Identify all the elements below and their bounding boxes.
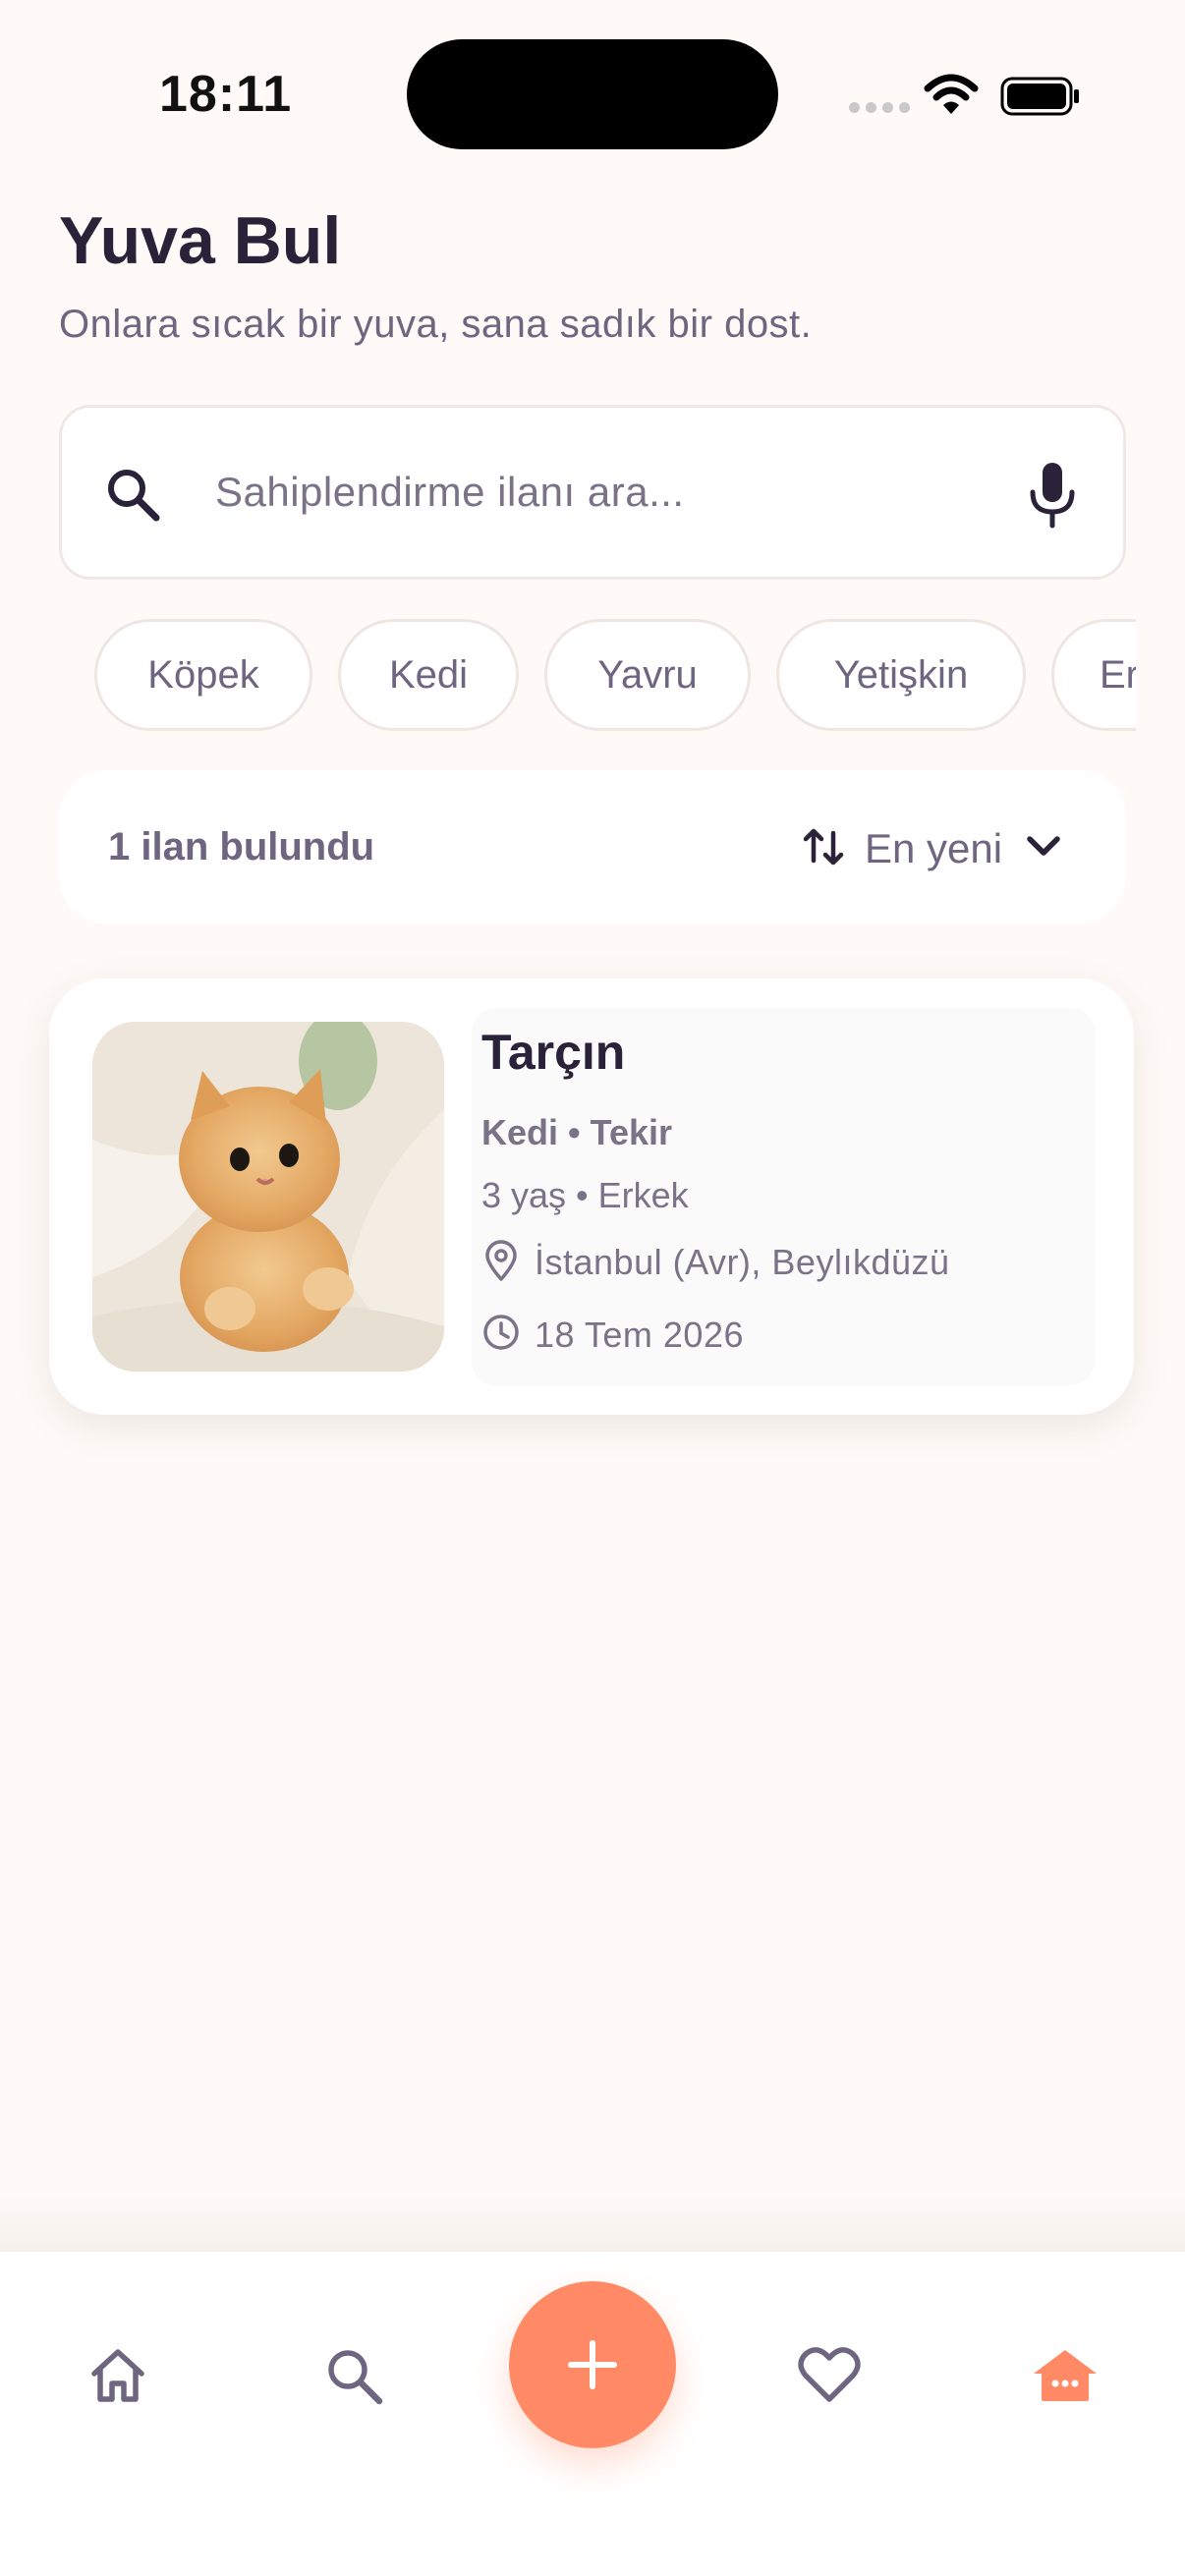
- search-input[interactable]: Sahiplendirme ilanı ara...: [215, 469, 685, 516]
- page-title: Yuva Bul: [59, 203, 342, 278]
- cellular-signal-icon: [849, 102, 910, 113]
- plus-icon: [568, 2340, 617, 2389]
- results-count: 1 ilan bulundu: [108, 825, 375, 868]
- page-subtitle: Onlara sıcak bir yuva, sana sadık bir do…: [59, 303, 813, 346]
- add-listing-button[interactable]: [509, 2281, 676, 2448]
- nav-shadow: [0, 2191, 1185, 2252]
- search-icon: [108, 470, 160, 522]
- clock-icon: [483, 1315, 519, 1350]
- pet-photo: [92, 1022, 444, 1372]
- heart-icon: [798, 2347, 861, 2402]
- microphone-icon[interactable]: [1021, 459, 1084, 530]
- dynamic-island: [407, 39, 778, 149]
- wifi-icon: [924, 74, 979, 114]
- pet-species: Kedi • Tekir: [481, 1112, 672, 1152]
- nav-search-button[interactable]: [314, 2336, 393, 2415]
- pet-listing-date: 18 Tem 2026: [535, 1315, 744, 1355]
- bottom-navigation: [0, 2252, 1185, 2576]
- status-time: 18:11: [159, 66, 293, 123]
- battery-icon: [1000, 77, 1079, 116]
- search-bar[interactable]: Sahiplendirme ilanı ara...: [59, 405, 1126, 580]
- sort-icon[interactable]: [798, 821, 849, 872]
- filter-chips: Köpek Kedi Yavru Yetişkin Er: [94, 619, 1136, 731]
- chip-kedi[interactable]: Kedi: [338, 619, 519, 731]
- location-pin-icon: [485, 1240, 517, 1281]
- chip-er[interactable]: Er: [1051, 619, 1136, 731]
- pet-house-icon: [1034, 2350, 1097, 2401]
- nav-home-button[interactable]: [79, 2336, 157, 2415]
- chip-yavru[interactable]: Yavru: [544, 619, 751, 731]
- pet-name: Tarçın: [481, 1025, 626, 1080]
- nav-favorites-button[interactable]: [790, 2336, 869, 2415]
- kitten-image: [92, 1022, 444, 1372]
- nav-adoption-button[interactable]: [1026, 2336, 1104, 2415]
- pet-location: İstanbul (Avr), Beylıkdüzü: [535, 1242, 950, 1282]
- pet-age-gender: 3 yaş • Erkek: [481, 1175, 689, 1215]
- chip-yetiskin[interactable]: Yetişkin: [776, 619, 1026, 731]
- home-icon: [91, 2349, 144, 2402]
- search-icon: [328, 2350, 383, 2405]
- chip-kopek[interactable]: Köpek: [94, 619, 312, 731]
- results-bar: 1 ilan bulundu En yeni: [59, 770, 1126, 924]
- sort-dropdown[interactable]: En yeni: [865, 825, 1002, 872]
- screen: 18:11 Yuva Bul Onlara sıcak bir yuva, sa…: [0, 0, 1185, 2576]
- chevron-down-icon[interactable]: [1022, 825, 1065, 868]
